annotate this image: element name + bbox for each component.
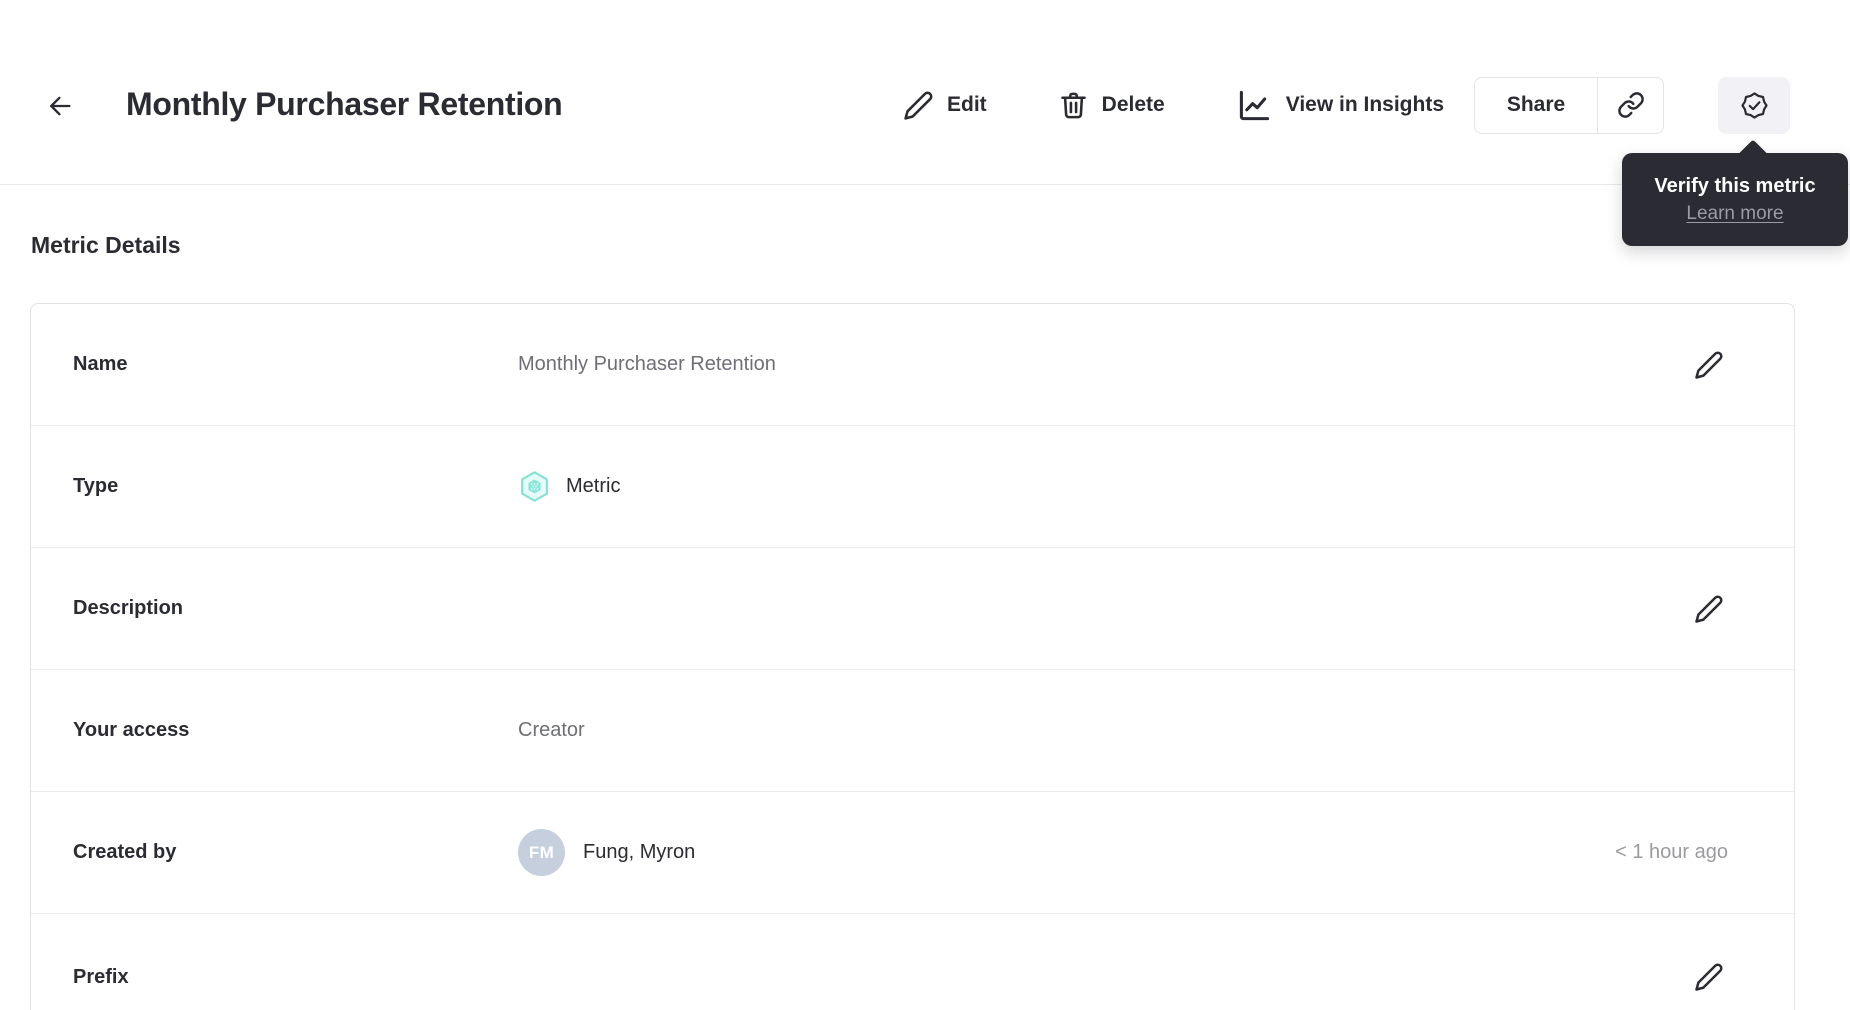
pencil-icon — [1694, 594, 1724, 624]
metric-hexagon-icon — [518, 470, 551, 503]
avatar: FM — [518, 829, 565, 876]
row-value: Metric — [566, 475, 621, 497]
edit-name-button[interactable] — [1690, 346, 1728, 384]
metric-details-card: Name Monthly Purchaser Retention Type Me… — [30, 303, 1795, 1010]
detail-row-type: Type Metric — [31, 426, 1794, 548]
section-title: Metric Details — [31, 232, 181, 258]
row-value: Monthly Purchaser Retention — [518, 353, 776, 375]
header-actions: Edit Delete View in Insights Share — [903, 76, 1790, 134]
metric-details-page: Monthly Purchaser Retention Edit Delete … — [0, 0, 1850, 1010]
row-value: Creator — [518, 719, 585, 741]
verified-badge-icon — [1739, 90, 1770, 121]
verify-tooltip: Verify this metric Learn more — [1622, 153, 1848, 246]
verify-metric-button[interactable] — [1718, 76, 1790, 134]
detail-row-created-by: Created by FM Fung, Myron < 1 hour ago — [31, 792, 1794, 914]
edit-prefix-button[interactable] — [1690, 958, 1728, 996]
detail-row-description: Description — [31, 548, 1794, 670]
verify-tooltip-title: Verify this metric — [1654, 174, 1816, 197]
edit-button[interactable]: Edit — [903, 90, 987, 121]
row-label: Your access — [73, 719, 190, 741]
detail-row-name: Name Monthly Purchaser Retention — [31, 304, 1794, 426]
page-title: Monthly Purchaser Retention — [126, 86, 563, 122]
back-button[interactable] — [40, 88, 80, 124]
share-button[interactable]: Share — [1475, 77, 1597, 133]
page-header: Monthly Purchaser Retention Edit Delete … — [0, 0, 1850, 185]
line-chart-icon — [1236, 87, 1273, 124]
edit-label: Edit — [946, 93, 987, 116]
delete-button[interactable]: Delete — [1058, 90, 1165, 121]
pencil-icon — [903, 90, 934, 121]
row-value: Fung, Myron — [583, 841, 696, 863]
pencil-icon — [1694, 962, 1724, 992]
share-button-group: Share — [1474, 76, 1664, 134]
detail-row-your-access: Your access Creator — [31, 670, 1794, 792]
trash-icon — [1058, 90, 1089, 121]
row-label: Created by — [73, 841, 177, 863]
copy-link-button[interactable] — [1597, 77, 1663, 133]
edit-description-button[interactable] — [1690, 590, 1728, 628]
created-timestamp: < 1 hour ago — [1615, 841, 1728, 863]
pencil-icon — [1694, 350, 1724, 380]
row-label: Type — [73, 475, 119, 497]
row-label: Name — [73, 353, 128, 375]
detail-row-prefix: Prefix — [31, 914, 1794, 1010]
view-in-insights-label: View in Insights — [1285, 93, 1444, 116]
arrow-left-icon — [43, 92, 77, 120]
row-label: Description — [73, 597, 184, 619]
view-in-insights-button[interactable]: View in Insights — [1236, 87, 1444, 124]
row-label: Prefix — [73, 965, 129, 988]
link-icon — [1617, 91, 1645, 119]
learn-more-link[interactable]: Learn more — [1686, 203, 1783, 225]
delete-label: Delete — [1101, 93, 1165, 116]
